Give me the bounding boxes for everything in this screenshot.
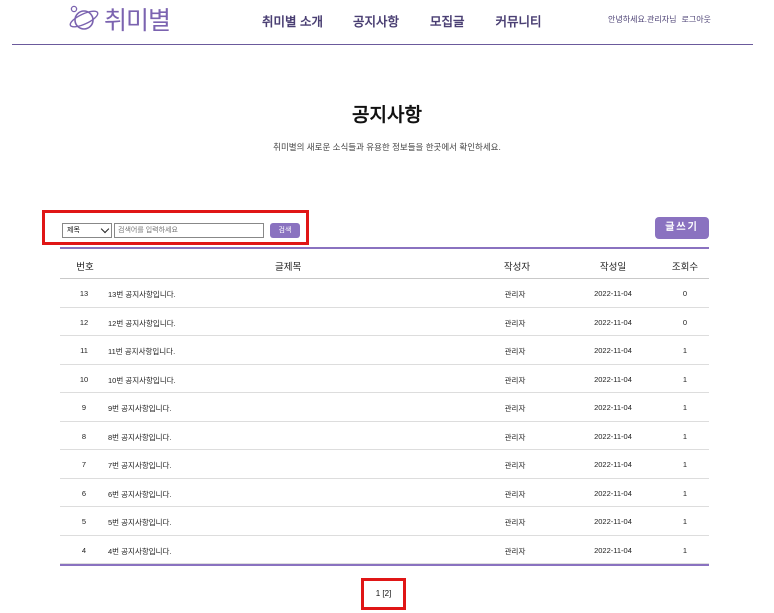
row-views: 1 bbox=[682, 545, 688, 555]
row-writer: 관리자 bbox=[504, 489, 526, 499]
row-views: 1 bbox=[682, 488, 688, 498]
table-bottom-line bbox=[60, 564, 709, 566]
header-no: 번호 bbox=[76, 262, 94, 273]
notice-table: 번호 글제목 작성자 작성일 조회수 13 13번 공지사항입니다. 관리자 2022… bbox=[60, 247, 709, 566]
row-title[interactable]: 13번 공지사항입니다. bbox=[108, 289, 176, 300]
pagination: 1 [2] bbox=[361, 578, 406, 610]
row-no: 4 bbox=[81, 545, 87, 555]
row-title[interactable]: 7번 공지사항입니다. bbox=[108, 460, 172, 471]
search-input[interactable] bbox=[114, 223, 264, 238]
row-writer: 관리자 bbox=[504, 518, 526, 527]
row-date: 2022-11-04 bbox=[594, 517, 632, 526]
table-row[interactable]: 4 4번 공지사항입니다. 관리자 2022-11-04 1 bbox=[60, 536, 709, 564]
nav-recruit[interactable]: 모집글 bbox=[430, 11, 465, 30]
row-no: 8 bbox=[81, 431, 87, 441]
row-title[interactable]: 8번 공지사항입니다. bbox=[108, 432, 172, 443]
row-views: 1 bbox=[682, 460, 688, 469]
row-views: 0 bbox=[682, 317, 688, 327]
table-row[interactable]: 5 5번 공지사항입니다. 관리자 2022-11-04 1 bbox=[60, 507, 709, 536]
logo-text: 취미별 bbox=[104, 6, 171, 35]
chevron-down-icon bbox=[100, 224, 110, 234]
table-row[interactable]: 8 8번 공지사항입니다. 관리자 2022-11-04 1 bbox=[60, 422, 709, 450]
header-title: 글제목 bbox=[275, 262, 302, 273]
row-title[interactable]: 9번 공지사항입니다. bbox=[108, 403, 172, 414]
search-type-select[interactable]: 제목 bbox=[62, 223, 112, 238]
row-title[interactable]: 4번 공지사항입니다. bbox=[108, 546, 172, 557]
row-title[interactable]: 12번 공지사항입니다. bbox=[108, 318, 176, 329]
row-title[interactable]: 6번 공지사항입니다. bbox=[108, 489, 172, 500]
page-link-2[interactable]: [2] bbox=[382, 589, 391, 598]
planet-logo-icon bbox=[69, 5, 99, 30]
row-date: 2022-11-04 bbox=[594, 431, 632, 441]
nav-notice[interactable]: 공지사항 bbox=[353, 11, 399, 30]
greeting-text: 안녕하세요.관리자님 bbox=[608, 15, 677, 24]
row-date: 2022-11-04 bbox=[594, 346, 632, 355]
site-header: 취미별 취미별 소개 공지사항 모집글 커뮤니티 안녕하세요.관리자님 로그아웃 bbox=[0, 0, 774, 46]
table-row[interactable]: 6 6번 공지사항입니다. 관리자 2022-11-04 1 bbox=[60, 479, 709, 507]
row-no: 12 bbox=[79, 317, 89, 327]
row-no: 10 bbox=[79, 374, 89, 384]
row-date: 2022-11-04 bbox=[594, 403, 632, 412]
search-type-value: 제목 bbox=[67, 227, 80, 234]
row-date: 2022-11-04 bbox=[594, 374, 632, 384]
nav-community[interactable]: 커뮤니티 bbox=[496, 11, 542, 30]
row-date: 2022-11-04 bbox=[594, 460, 632, 469]
table-header: 번호 글제목 작성자 작성일 조회수 bbox=[60, 247, 709, 279]
row-writer: 관리자 bbox=[504, 347, 526, 356]
nav-about[interactable]: 취미별 소개 bbox=[262, 11, 323, 30]
row-date: 2022-11-04 bbox=[594, 488, 632, 498]
row-views: 1 bbox=[682, 431, 688, 441]
table-row[interactable]: 7 7번 공지사항입니다. 관리자 2022-11-04 1 bbox=[60, 450, 709, 479]
row-writer: 관리자 bbox=[504, 546, 526, 556]
row-no: 5 bbox=[81, 517, 87, 526]
row-title[interactable]: 10번 공지사항입니다. bbox=[108, 375, 176, 386]
logout-link[interactable]: 로그아웃 bbox=[681, 14, 710, 25]
row-writer: 관리자 bbox=[504, 318, 526, 328]
page-current[interactable]: 1 bbox=[376, 589, 380, 598]
row-writer: 관리자 bbox=[504, 432, 526, 442]
site-logo[interactable]: 취미별 bbox=[68, 3, 171, 35]
row-no: 13 bbox=[79, 289, 89, 298]
header-date: 작성일 bbox=[599, 262, 627, 273]
header-writer: 작성자 bbox=[503, 262, 531, 273]
main-nav: 취미별 소개 공지사항 모집글 커뮤니티 bbox=[262, 11, 542, 30]
row-views: 0 bbox=[682, 289, 688, 298]
search-button[interactable]: 검색 bbox=[270, 223, 300, 238]
table-row[interactable]: 10 10번 공지사항입니다. 관리자 2022-11-04 1 bbox=[60, 365, 709, 393]
table-row[interactable]: 11 11번 공지사항입니다. 관리자 2022-11-04 1 bbox=[60, 336, 709, 365]
row-no: 7 bbox=[81, 460, 87, 469]
write-button[interactable]: 글쓰기 bbox=[655, 217, 709, 239]
row-no: 11 bbox=[80, 346, 88, 355]
row-title[interactable]: 11번 공지사항입니다. bbox=[108, 346, 175, 357]
row-writer: 관리자 bbox=[504, 404, 526, 413]
user-area: 안녕하세요.관리자님 로그아웃 bbox=[608, 14, 711, 25]
row-no: 9 bbox=[81, 403, 87, 412]
page-title: 공지사항 bbox=[352, 105, 422, 126]
header-divider bbox=[12, 44, 753, 45]
table-body: 13 13번 공지사항입니다. 관리자 2022-11-04 0 12 12번 공지사항입니… bbox=[60, 279, 709, 564]
row-writer: 관리자 bbox=[504, 461, 526, 470]
table-row[interactable]: 12 12번 공지사항입니다. 관리자 2022-11-04 0 bbox=[60, 308, 709, 336]
header-views: 조회수 bbox=[671, 262, 699, 273]
row-writer: 관리자 bbox=[504, 290, 526, 299]
row-title[interactable]: 5번 공지사항입니다. bbox=[108, 517, 172, 528]
row-date: 2022-11-04 bbox=[594, 289, 632, 298]
row-no: 6 bbox=[81, 488, 87, 498]
page-subtitle: 취미별의 새로운 소식들과 유용한 정보들을 한곳에서 확인하세요. bbox=[273, 142, 501, 152]
row-views: 1 bbox=[682, 403, 688, 412]
table-row[interactable]: 9 9번 공지사항입니다. 관리자 2022-11-04 1 bbox=[60, 393, 709, 422]
row-views: 1 bbox=[682, 374, 688, 384]
table-row[interactable]: 13 13번 공지사항입니다. 관리자 2022-11-04 0 bbox=[60, 279, 709, 308]
row-date: 2022-11-04 bbox=[594, 545, 632, 555]
row-views: 1 bbox=[682, 517, 688, 526]
row-writer: 관리자 bbox=[504, 375, 526, 385]
row-views: 1 bbox=[682, 346, 688, 355]
row-date: 2022-11-04 bbox=[594, 317, 632, 327]
search-area: 제목 검색 bbox=[42, 210, 309, 245]
